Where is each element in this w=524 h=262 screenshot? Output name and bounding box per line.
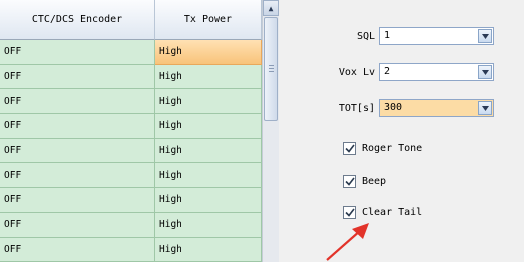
checkmark-icon xyxy=(344,208,355,217)
vox-label: Vox Lv xyxy=(338,66,375,78)
sql-label: SQL xyxy=(356,30,375,42)
tx-power-cell[interactable]: High xyxy=(155,188,262,213)
ctc-dcs-encoder-cell[interactable]: OFF xyxy=(0,212,155,238)
roger-tone-label: Roger Tone xyxy=(362,143,423,154)
grid-header: CTC/DCS Encoder Tx Power xyxy=(0,0,262,40)
roger-tone-checkbox-row[interactable]: Roger Tone xyxy=(343,142,422,155)
beep-label: Beep xyxy=(362,176,387,187)
tx-power-cell[interactable]: High xyxy=(155,64,262,90)
table-row[interactable]: OFF High xyxy=(0,89,262,115)
channel-grid: CTC/DCS Encoder Tx Power OFF High OFF High O… xyxy=(0,0,279,262)
tx-power-cell[interactable]: High xyxy=(155,212,262,238)
ctc-dcs-encoder-cell[interactable]: OFF xyxy=(0,89,155,115)
grid-rows: OFF High OFF High OFF High OFF High OFF High OFF Hi… xyxy=(0,40,262,262)
sql-select[interactable]: 1 xyxy=(379,27,494,45)
ctc-dcs-encoder-cell[interactable]: OFF xyxy=(0,64,155,90)
tx-power-cell[interactable]: High xyxy=(155,237,262,262)
sql-dropdown-chevron-down-icon[interactable] xyxy=(478,29,492,43)
table-row[interactable]: OFF High xyxy=(0,163,262,189)
tx-power-cell[interactable]: High xyxy=(155,163,262,189)
table-row[interactable]: OFF High xyxy=(0,212,262,238)
sql-value: 1 xyxy=(384,30,391,41)
table-row[interactable]: OFF High xyxy=(0,138,262,164)
vox-level-select[interactable]: 2 xyxy=(379,63,494,81)
vertical-scrollbar[interactable]: ▲ xyxy=(262,0,279,262)
clear-tail-checkbox[interactable] xyxy=(343,206,356,219)
vox-row: Vox Lv 2 xyxy=(279,63,494,81)
ctc-dcs-encoder-cell[interactable]: OFF xyxy=(0,138,155,164)
ctc-dcs-encoder-cell[interactable]: OFF xyxy=(0,237,155,262)
ctc-dcs-encoder-cell[interactable]: OFF xyxy=(0,114,155,139)
ctc-dcs-encoder-cell[interactable]: OFF xyxy=(0,163,155,189)
column-header-ctc-dcs-encoder[interactable]: CTC/DCS Encoder xyxy=(0,0,155,40)
sql-row: SQL 1 xyxy=(279,27,494,45)
beep-checkbox-row[interactable]: Beep xyxy=(343,175,386,188)
table-row[interactable]: OFF High xyxy=(0,64,262,90)
tx-power-cell[interactable]: High xyxy=(155,138,262,164)
scroll-thumb[interactable] xyxy=(264,17,278,121)
annotation-arrow-icon xyxy=(326,223,369,261)
table-row[interactable]: OFF High xyxy=(0,188,262,213)
tot-dropdown-chevron-down-icon[interactable] xyxy=(478,101,492,115)
table-row[interactable]: OFF High xyxy=(0,237,262,262)
scroll-up-arrow-icon[interactable]: ▲ xyxy=(263,0,279,16)
vox-value: 2 xyxy=(384,66,391,77)
checkmark-icon xyxy=(344,177,355,186)
vox-dropdown-chevron-down-icon[interactable] xyxy=(478,65,492,79)
table-row[interactable]: OFF High xyxy=(0,114,262,139)
tx-power-cell[interactable]: High xyxy=(155,89,262,115)
ctc-dcs-encoder-cell[interactable]: OFF xyxy=(0,188,155,213)
tot-select[interactable]: 300 xyxy=(379,99,494,117)
tx-power-cell[interactable]: High xyxy=(155,40,262,65)
clear-tail-label: Clear Tail xyxy=(362,207,423,218)
ctc-dcs-encoder-cell[interactable]: OFF xyxy=(0,40,155,65)
settings-panel: SQL 1 Vox Lv 2 TOT[s] 300 Roger Tone Bee… xyxy=(279,0,524,262)
roger-tone-checkbox[interactable] xyxy=(343,142,356,155)
checkmark-icon xyxy=(344,144,355,153)
column-header-tx-power[interactable]: Tx Power xyxy=(155,0,262,40)
table-row[interactable]: OFF High xyxy=(0,40,262,65)
beep-checkbox[interactable] xyxy=(343,175,356,188)
tot-value: 300 xyxy=(384,102,403,113)
tot-row: TOT[s] 300 xyxy=(279,99,494,117)
clear-tail-checkbox-row[interactable]: Clear Tail xyxy=(343,206,422,219)
tx-power-cell[interactable]: High xyxy=(155,114,262,139)
tot-label: TOT[s] xyxy=(338,102,375,114)
